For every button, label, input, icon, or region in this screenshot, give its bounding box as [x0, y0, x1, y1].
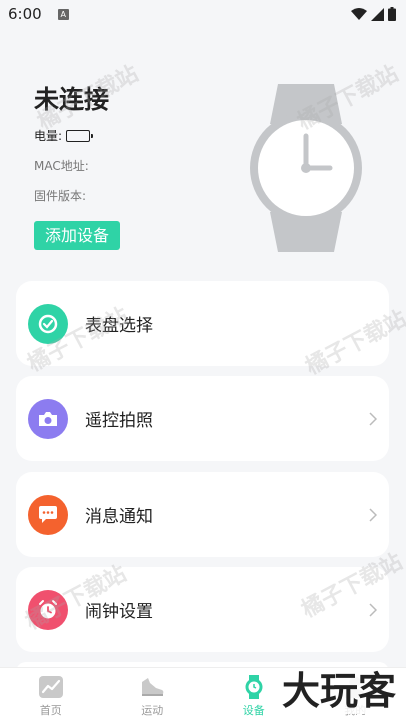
menu-item-notifications[interactable]: 消息通知 — [16, 472, 389, 557]
firmware-version-label: 固件版本: — [34, 189, 87, 203]
camera-icon — [28, 398, 68, 439]
menu-item-remote-camera[interactable]: 遥控拍照 — [16, 376, 389, 461]
tab-sport[interactable]: 运动 — [102, 668, 204, 723]
battery-row: 电量: — [34, 127, 94, 144]
menu-item-watch-face[interactable]: 表盘选择 — [16, 281, 389, 366]
menu-item-alarm[interactable]: 闹钟设置 — [16, 567, 389, 652]
battery-status-icon — [388, 7, 396, 21]
tab-home[interactable]: 首页 — [0, 668, 102, 723]
menu-item-label: 消息通知 — [85, 507, 153, 527]
overlay-logo: 大玩客 — [276, 668, 403, 714]
status-icons — [351, 7, 396, 21]
status-bar: 6:00 A — [0, 0, 406, 28]
tab-label: 首页 — [39, 704, 62, 717]
add-device-button[interactable]: 添加设备 — [34, 221, 120, 250]
signal-icon — [371, 7, 384, 21]
menu-item-label: 表盘选择 — [85, 316, 153, 336]
alarm-icon — [28, 589, 68, 630]
device-status-title: 未连接 — [34, 85, 110, 114]
watch-icon — [245, 675, 263, 699]
wifi-icon — [351, 8, 367, 20]
battery-label: 电量: — [34, 129, 63, 143]
message-icon — [28, 494, 68, 535]
watch-illustration-icon — [250, 84, 362, 252]
mac-address-label: MAC地址: — [34, 159, 89, 173]
notification-icon: A — [57, 8, 69, 20]
shoe-icon — [142, 678, 164, 696]
chevron-right-icon — [369, 411, 377, 426]
chevron-right-icon — [369, 507, 377, 522]
tab-label: 设备 — [242, 704, 265, 717]
status-time: 6:00 — [8, 5, 42, 23]
battery-icon — [66, 129, 94, 142]
menu-item-label: 闹钟设置 — [85, 602, 153, 622]
chevron-right-icon — [369, 602, 377, 617]
tab-label: 运动 — [141, 704, 164, 717]
watch-face-icon — [28, 303, 68, 344]
chart-icon — [38, 676, 63, 698]
menu-item-label: 遥控拍照 — [85, 411, 153, 431]
